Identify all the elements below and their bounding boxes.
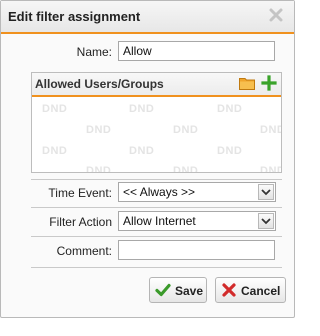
cancel-label: Cancel	[241, 284, 281, 298]
allowed-users-groups-title: Allowed Users/Groups	[35, 77, 164, 91]
save-label: Save	[175, 284, 204, 298]
watermark-text: DND	[129, 103, 155, 115]
time-event-select[interactable]: << Always >>	[118, 182, 276, 202]
watermark-text: DND	[173, 124, 199, 136]
edit-filter-dialog: Edit filter assignment Name: Allowed Use…	[0, 0, 295, 318]
filter-action-select[interactable]: Allow Internet	[118, 211, 276, 231]
name-field[interactable]	[118, 41, 275, 61]
watermark-text: DND	[260, 165, 281, 172]
folder-icon[interactable]	[239, 76, 255, 90]
checkmark-icon	[155, 283, 171, 297]
watermark-text: DND	[86, 124, 112, 136]
watermark-text: DND	[129, 145, 155, 157]
watermark-text: DND	[260, 124, 281, 136]
dialog-titlebar: Edit filter assignment	[1, 1, 294, 34]
close-icon[interactable]	[267, 6, 285, 24]
separator	[31, 179, 282, 180]
allowed-users-groups-panel: Allowed Users/Groups DND DND DND DND DND DND D…	[31, 72, 282, 173]
watermark-text: DND	[42, 145, 68, 157]
time-event-row: Time Event: << Always >>	[1, 182, 294, 204]
name-row: Name:	[1, 41, 294, 63]
dialog-title: Edit filter assignment	[8, 9, 141, 24]
time-event-value: << Always >>	[123, 185, 196, 199]
chevron-down-icon	[258, 184, 274, 200]
save-button[interactable]: Save	[149, 277, 207, 303]
watermark-text: DND	[173, 165, 199, 172]
allowed-users-groups-header: Allowed Users/Groups	[32, 73, 281, 97]
plus-icon[interactable]	[261, 75, 277, 91]
filter-action-label: Filter Action	[49, 215, 112, 229]
watermark-text: DND	[217, 103, 243, 115]
name-label: Name:	[76, 45, 112, 59]
filter-action-value: Allow Internet	[123, 214, 196, 228]
comment-row: Comment:	[1, 240, 294, 262]
time-event-label: Time Event:	[48, 186, 112, 200]
comment-label: Comment:	[56, 244, 112, 258]
separator	[31, 267, 282, 268]
users-groups-list[interactable]: DND DND DND DND DND DND DND DND DND DND DND DND	[32, 97, 281, 172]
watermark-text: DND	[42, 103, 68, 115]
separator	[31, 207, 282, 208]
watermark-text: DND	[86, 165, 112, 172]
chevron-down-icon	[258, 213, 274, 229]
filter-action-row: Filter Action Allow Internet	[1, 211, 294, 233]
watermark-text: DND	[217, 145, 243, 157]
cancel-button[interactable]: Cancel	[215, 277, 286, 303]
separator	[31, 236, 282, 237]
comment-field[interactable]	[118, 240, 275, 260]
x-icon	[222, 283, 236, 297]
